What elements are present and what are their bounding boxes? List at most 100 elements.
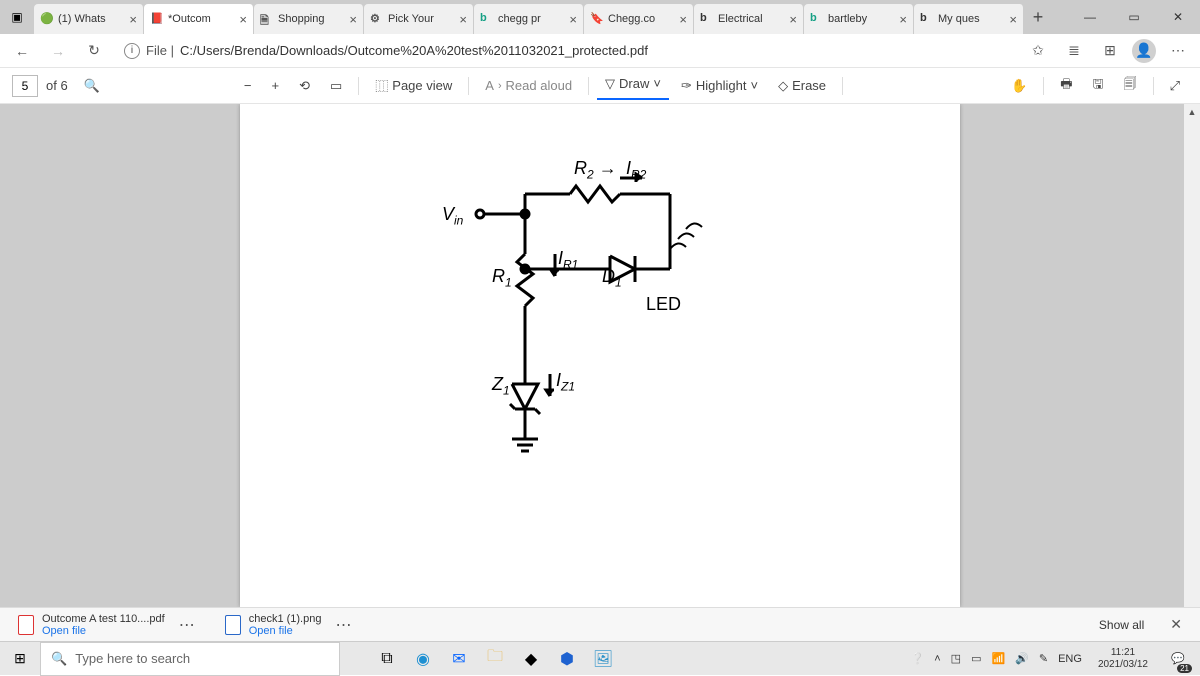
url-path: C:/Users/Brenda/Downloads/Outcome%20A%20… <box>180 43 648 58</box>
saveas-icon[interactable]: 🗐 <box>1116 71 1145 101</box>
help-icon[interactable]: ❔ <box>911 652 925 665</box>
nav-forward[interactable]: → <box>44 37 72 65</box>
task-view-icon[interactable]: ⧉ <box>370 642 404 676</box>
tab-label: *Outcom <box>168 13 235 25</box>
nav-refresh[interactable]: ↻ <box>80 37 108 65</box>
tab-close-icon[interactable]: × <box>459 12 467 27</box>
profile-avatar[interactable]: 👤 <box>1132 39 1156 63</box>
tab-label: bartleby <box>828 13 895 25</box>
browser-tab[interactable]: 🗎Shopping× <box>254 4 364 34</box>
tab-close-icon[interactable]: × <box>349 12 357 27</box>
tab-close-icon[interactable]: × <box>1009 12 1017 27</box>
tab-favicon: 📕 <box>150 12 164 26</box>
download-open-link[interactable]: Open file <box>42 625 165 637</box>
start-button[interactable]: ⊞ <box>0 642 40 676</box>
tab-label: Pick Your <box>388 13 455 25</box>
erase-tool[interactable]: ◇ Erase <box>770 74 834 98</box>
read-aloud[interactable]: A› Read aloud <box>477 74 580 97</box>
fullscreen-icon[interactable]: ⤢ <box>1162 74 1188 98</box>
download-item[interactable]: Outcome A test 110....pdf Open file ⋯ <box>10 611 209 639</box>
download-item[interactable]: check1 (1).png Open file ⋯ <box>217 611 366 639</box>
show-all-downloads[interactable]: Show all <box>1089 614 1154 636</box>
page-view[interactable]: ⿲ Page view <box>367 72 460 99</box>
tab-close-icon[interactable]: × <box>129 12 137 27</box>
text-select-icon[interactable]: ✋ <box>1003 74 1035 98</box>
scrollbar[interactable]: ▲ <box>1184 104 1200 607</box>
site-info-icon[interactable]: i <box>124 43 140 59</box>
browser-tab[interactable]: 🟢 (1) Whats × <box>34 4 144 34</box>
download-open-link[interactable]: Open file <box>249 625 322 637</box>
taskbar: ⊞ 🔍 Type here to search ⧉ ◉ ✉ 🗀 ◆ ⬢ 🖼 ❔ … <box>0 641 1200 675</box>
zoom-in[interactable]: + <box>263 74 287 97</box>
clock[interactable]: 11:212021/03/12 <box>1092 647 1154 671</box>
tab-label: Electrical <box>718 13 785 25</box>
browser-tab[interactable]: b bartleby × <box>804 4 914 34</box>
browser-tab[interactable]: ⚙Pick Your× <box>364 4 474 34</box>
favorites-bar-icon[interactable]: ≣ <box>1060 37 1088 65</box>
search-placeholder: Type here to search <box>75 651 190 666</box>
tab-close-icon[interactable]: × <box>569 12 577 27</box>
draw-tool[interactable]: ▽ Draw ˅ <box>597 72 669 100</box>
tab-label: (1) Whats <box>58 13 125 25</box>
mail-icon[interactable]: ✉ <box>442 642 476 676</box>
pdf-viewport[interactable]: Vin R2 → IR2 R1 IR1 D1 LED Z1 IZ1 <box>0 104 1200 607</box>
browser-tab[interactable]: 📕 *Outcom × <box>144 4 254 34</box>
find-icon[interactable]: 🔍 <box>76 74 108 98</box>
browser-tab[interactable]: bElectrical× <box>694 4 804 34</box>
page-input[interactable] <box>12 75 38 97</box>
window-maximize[interactable]: ▭ <box>1112 0 1156 34</box>
tab-label: My ques <box>938 13 1005 25</box>
tab-favicon: b <box>920 12 934 26</box>
image-file-icon <box>225 615 241 635</box>
fit-icon[interactable]: ▭ <box>322 74 350 98</box>
nav-back[interactable]: ← <box>8 37 36 65</box>
tray-icon[interactable]: ◳ <box>951 652 961 665</box>
tab-label: Shopping <box>278 13 345 25</box>
tab-close-icon[interactable]: × <box>679 12 687 27</box>
volume-icon[interactable]: 🔊 <box>1015 652 1029 665</box>
print-icon[interactable]: 🖶 <box>1052 71 1080 101</box>
tab-close-icon[interactable]: × <box>789 12 797 27</box>
window-minimize[interactable]: — <box>1068 0 1112 34</box>
collections-icon[interactable]: ⊞ <box>1096 37 1124 65</box>
explorer-icon[interactable]: 🗀 <box>478 642 512 676</box>
save-icon[interactable]: 🖫 <box>1085 71 1112 101</box>
download-menu-icon[interactable]: ⋯ <box>173 615 201 635</box>
download-menu-icon[interactable]: ⋯ <box>329 615 357 635</box>
browser-tabstrip: ▣ 🟢(1) Whats×📕*Outcom×🗎Shopping×⚙Pick Yo… <box>0 0 1200 34</box>
photos-icon[interactable]: 🖼 <box>586 642 620 676</box>
window-close[interactable]: ✕ <box>1156 0 1200 34</box>
system-tray[interactable]: ❔ ˄ ◳ ▭ 📶 🔊 ✎ ENG 11:212021/03/12 💬21 <box>903 645 1200 673</box>
language-indicator[interactable]: ENG <box>1058 653 1082 665</box>
close-download-bar[interactable]: ✕ <box>1162 616 1190 633</box>
new-tab-button[interactable]: + <box>1024 7 1052 28</box>
menu-icon[interactable]: ⋯ <box>1164 37 1192 65</box>
highlight-tool[interactable]: ✑ Highlight ˅ <box>673 74 766 98</box>
browser-tab[interactable]: 🔖Chegg.co× <box>584 4 694 34</box>
zoom-out[interactable]: − <box>236 74 260 97</box>
favorite-icon[interactable]: ✩ <box>1024 37 1052 65</box>
address-bar: ← → ↻ i File | C:/Users/Brenda/Downloads… <box>0 34 1200 68</box>
app-icon-1[interactable]: ◆ <box>514 642 548 676</box>
taskbar-search[interactable]: 🔍 Type here to search <box>40 642 340 676</box>
tab-favicon: b <box>480 12 494 26</box>
pen-icon[interactable]: ✎ <box>1039 652 1048 665</box>
app-icon-2[interactable]: ⬢ <box>550 642 584 676</box>
edge-icon[interactable]: ◉ <box>406 642 440 676</box>
action-center-icon[interactable]: 💬21 <box>1164 645 1192 673</box>
browser-tab[interactable]: b chegg pr × <box>474 4 584 34</box>
chevron-up-icon[interactable]: ˄ <box>934 653 940 665</box>
tab-label: chegg pr <box>498 13 565 25</box>
wifi-icon[interactable]: 📶 <box>991 652 1005 665</box>
rotate-icon[interactable]: ⟲ <box>291 74 318 98</box>
tab-close-icon[interactable]: × <box>239 12 247 27</box>
url-field[interactable]: i File | C:/Users/Brenda/Downloads/Outco… <box>116 37 1016 65</box>
scroll-up-icon[interactable]: ▲ <box>1184 104 1200 120</box>
tab-favicon: 🟢 <box>40 12 54 26</box>
download-bar: Outcome A test 110....pdf Open file ⋯ ch… <box>0 607 1200 641</box>
tab-close-icon[interactable]: × <box>899 12 907 27</box>
circuit-diagram: Vin R2 → IR2 R1 IR1 D1 LED Z1 IZ1 <box>470 174 750 499</box>
battery-icon[interactable]: ▭ <box>971 652 981 665</box>
tab-favicon: b <box>810 12 824 26</box>
browser-tab[interactable]: b My ques × <box>914 4 1024 34</box>
